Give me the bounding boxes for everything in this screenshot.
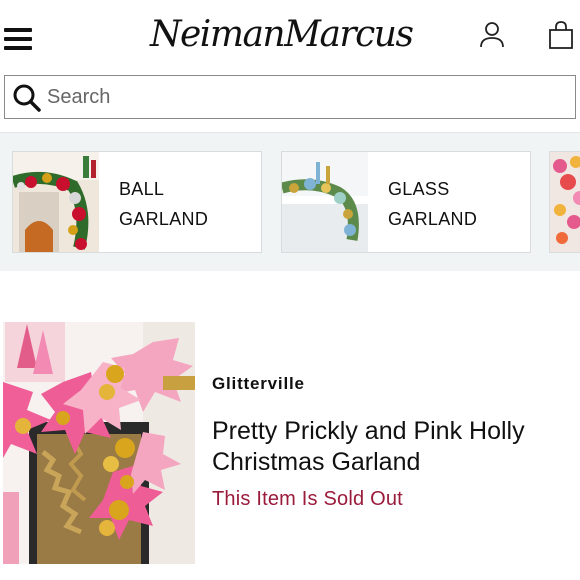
product-card[interactable]: Glitterville Pretty Prickly and Pink Hol… xyxy=(0,322,580,564)
product-name[interactable]: Pretty Prickly and Pink Holly Christmas … xyxy=(212,416,572,478)
category-carousel[interactable]: BALL GARLAND GLASS GARLAND xyxy=(0,132,580,271)
category-image xyxy=(550,152,580,252)
shopping-bag-icon[interactable] xyxy=(548,20,574,50)
neiman-marcus-logo[interactable]: NeimanMarcus xyxy=(150,10,414,60)
search-input[interactable] xyxy=(47,80,547,114)
product-brand: Glitterville xyxy=(212,374,305,393)
category-card-partial[interactable] xyxy=(549,151,580,253)
search-icon[interactable] xyxy=(12,83,42,113)
category-label: GLASS GARLAND xyxy=(388,179,478,229)
sold-out-status: This Item Is Sold Out xyxy=(212,488,403,510)
glass-garland-image xyxy=(282,152,368,252)
product-image[interactable] xyxy=(3,322,195,564)
category-label: BALL GARLAND xyxy=(119,179,209,229)
menu-icon[interactable] xyxy=(4,28,32,50)
category-card-glass-garland[interactable]: GLASS GARLAND xyxy=(281,151,531,253)
account-icon[interactable] xyxy=(478,20,506,50)
search-bar[interactable] xyxy=(4,75,576,119)
header: NeimanMarcus xyxy=(0,0,580,72)
ball-garland-image xyxy=(13,152,99,252)
category-card-ball-garland[interactable]: BALL GARLAND xyxy=(12,151,262,253)
